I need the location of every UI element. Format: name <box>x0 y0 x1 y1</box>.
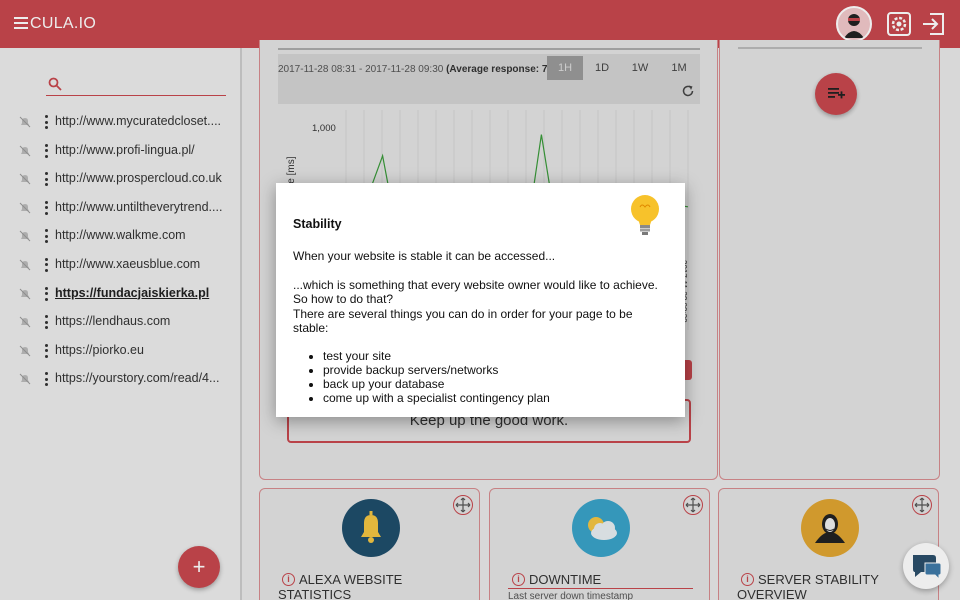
list-item: come up with a specialist contingency pl… <box>323 391 668 405</box>
dialog-paragraph: ...which is something that every website… <box>293 277 658 292</box>
tips-list: test your site provide backup servers/ne… <box>293 349 668 406</box>
stability-tip-dialog: Stability When your website is stable it… <box>276 183 685 417</box>
list-item: test your site <box>323 349 668 363</box>
dialog-title: Stability <box>293 217 342 231</box>
dialog-paragraph: When your website is stable it can be ac… <box>293 249 556 263</box>
list-item: provide backup servers/networks <box>323 363 668 377</box>
dialog-paragraph: There are several things you can do in o… <box>293 306 633 336</box>
lightbulb-icon <box>631 195 659 235</box>
dialog-paragraph: So how to do that? <box>293 292 394 306</box>
list-item: back up your database <box>323 377 668 391</box>
